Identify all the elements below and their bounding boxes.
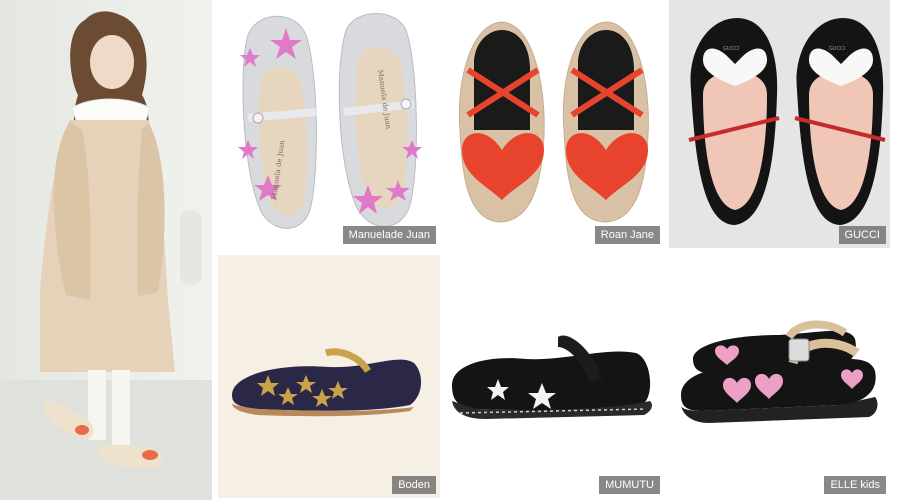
silver-star-flats-image: Manuela de Juan Manuela de Juan (238, 13, 422, 229)
model-photo-tile (0, 0, 212, 500)
elle-kids-tile: ELLE kids (669, 255, 890, 498)
manuela-de-juan-tile: Manuela de Juan Manuela de Juan Manuelad… (218, 0, 440, 248)
brand-label-manuela: Manuelade Juan (342, 226, 436, 244)
roan-jane-tile: Roan Jane (446, 0, 664, 248)
mumutu-tile: MUMUTU (446, 255, 664, 498)
brand-label-elle: ELLE kids (824, 476, 886, 494)
navy-velvet-star-flat-image (218, 255, 440, 498)
boden-tile: Boden (218, 255, 440, 498)
gucci-insole-left: GUCCI (723, 46, 739, 52)
brand-label-mumutu: MUMUTU (599, 476, 660, 494)
black-patent-heart-flats-image: GUCCI GUCCI (688, 18, 886, 225)
brand-label-gucci: GUCCI (838, 226, 886, 244)
patent-heart-t-bar-shoes-image (681, 320, 878, 423)
gucci-tile: GUCCI GUCCI GUCCI (669, 0, 890, 248)
brand-label-roan: Roan Jane (594, 226, 660, 244)
gucci-insole-right: GUCCI (829, 46, 845, 52)
red-heart-flats-image (458, 21, 649, 223)
brand-label-boden: Boden (392, 476, 436, 494)
girl-in-dress-photo (0, 0, 212, 500)
black-star-mary-jane-image (452, 335, 652, 419)
